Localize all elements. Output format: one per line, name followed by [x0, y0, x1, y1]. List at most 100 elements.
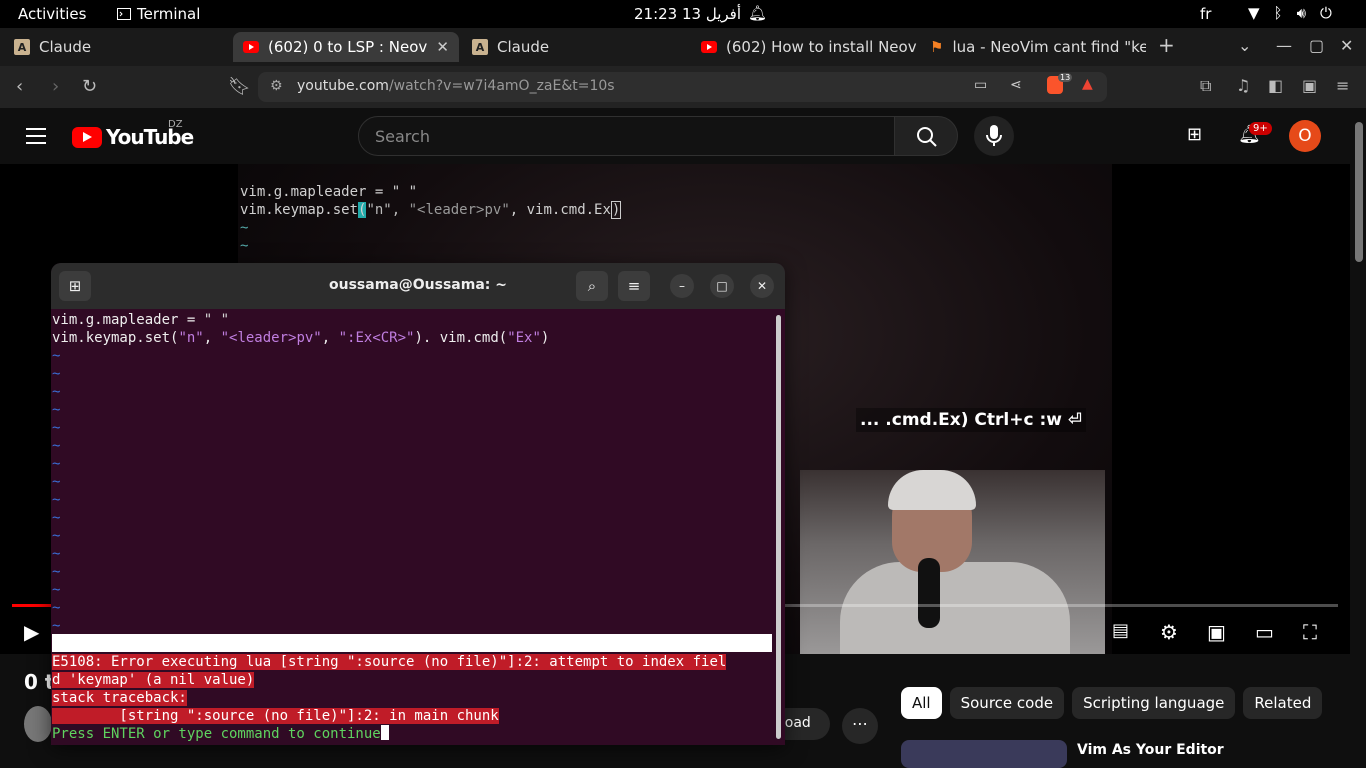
- play-button-icon[interactable]: ▶: [24, 620, 39, 644]
- streamer-beanie: [888, 470, 976, 510]
- clock[interactable]: 21:23 13 أفريل: [634, 5, 741, 23]
- maximize-window-button[interactable]: ▢: [1309, 36, 1324, 55]
- video-code-fn: vim.keymap.set: [240, 202, 359, 218]
- code-paren: ): [540, 330, 550, 346]
- close-window-button[interactable]: ✕: [1340, 36, 1353, 55]
- cast-icon[interactable]: ▭: [974, 77, 987, 93]
- minimize-window-button[interactable]: —: [1276, 36, 1292, 55]
- video-code-paren-close: ): [610, 201, 622, 219]
- error-line-4: [string ":source (no file)"]:2: in main …: [52, 708, 499, 724]
- input-language[interactable]: fr: [1200, 5, 1211, 23]
- new-tab-button[interactable]: +: [1158, 33, 1175, 57]
- recommended-thumbnail[interactable]: [901, 740, 1067, 768]
- tab-claude-1[interactable]: A Claude: [4, 32, 230, 62]
- code-call: ). vim.cmd(: [414, 330, 508, 346]
- site-settings-icon[interactable]: ⚙: [270, 78, 283, 94]
- status-line: [52, 634, 772, 652]
- error-line-3: stack traceback:: [52, 690, 187, 706]
- back-button[interactable]: ‹: [16, 76, 23, 97]
- claude-icon: A: [14, 39, 30, 55]
- tab-youtube-2[interactable]: (602) How to install Neovim: [691, 32, 917, 62]
- terminal-maximize-icon[interactable]: □: [710, 274, 734, 298]
- terminal-menu-icon[interactable]: ≡: [618, 271, 650, 301]
- volume-icon: 🔊︎: [1296, 4, 1307, 22]
- video-code-line-1: vim.g.mapleader = " ": [240, 184, 418, 200]
- extensions-icon[interactable]: ⧉: [1200, 76, 1211, 96]
- search-button[interactable]: [894, 116, 958, 156]
- wallet-icon[interactable]: ▣: [1302, 76, 1317, 95]
- tab-label: Claude: [39, 38, 92, 56]
- chip-scripting-language[interactable]: Scripting language: [1072, 687, 1236, 719]
- tab-label: (602) How to install Neovim: [726, 38, 917, 56]
- video-keystroke-caption: ... .cmd.Ex) Ctrl+c :w ⏎: [856, 408, 1087, 432]
- chip-related[interactable]: Related: [1243, 687, 1323, 719]
- notification-bell-icon: 🔔︎: [748, 4, 768, 22]
- error-line-1: E5108: Error executing lua [string ":sou…: [52, 654, 727, 670]
- share-icon[interactable]: ⋖: [1010, 77, 1022, 93]
- forward-button[interactable]: ›: [52, 76, 59, 97]
- chip-all[interactable]: All: [901, 687, 942, 719]
- code-sep: ,: [203, 330, 221, 346]
- video-code-arg2: "<leader>pv": [408, 202, 510, 218]
- url-bar[interactable]: ⚙ youtube.com/watch?v=w7i4amO_zaE&t=10s …: [258, 72, 1107, 102]
- url-host: youtube.com: [297, 78, 389, 94]
- tab-label: (602) 0 to LSP : Neovim: [268, 38, 428, 56]
- tab-stackoverflow[interactable]: ⚑ lua - NeoVim cant find "key: [920, 32, 1146, 62]
- guide-menu-icon[interactable]: [26, 128, 46, 149]
- search-input[interactable]: Search: [358, 116, 895, 156]
- code-string: ":Ex<CR>": [338, 330, 415, 346]
- brave-rewards-icon[interactable]: ▲: [1082, 76, 1093, 92]
- subtitles-icon[interactable]: ▤: [1112, 620, 1129, 641]
- recommended-title[interactable]: Vim As Your Editor: [1077, 742, 1224, 758]
- reload-button[interactable]: ↻: [82, 76, 97, 97]
- recommendation-chips: All Source code Scripting language Relat…: [901, 687, 1323, 719]
- create-video-icon[interactable]: ⊞: [1187, 124, 1202, 145]
- terminal-titlebar[interactable]: ⊞ oussama@Oussama: ~ ⌕ ≡ – □ ✕: [51, 263, 785, 309]
- channel-avatar[interactable]: [24, 706, 52, 742]
- media-icon[interactable]: ♫: [1236, 76, 1250, 95]
- tab-search-chevron-icon[interactable]: ⌄: [1238, 36, 1251, 55]
- app-menu[interactable]: Terminal: [117, 5, 200, 23]
- youtube-logo[interactable]: YouTube DZ: [72, 119, 194, 149]
- close-tab-icon[interactable]: ✕: [436, 38, 449, 56]
- search-icon: [917, 127, 937, 147]
- app-name: Terminal: [137, 5, 201, 23]
- terminal-scrollbar[interactable]: [776, 315, 781, 739]
- code-line-1: vim.g.mapleader =: [52, 312, 204, 328]
- streamer-webcam: [800, 470, 1105, 654]
- wifi-icon: ▼: [1248, 4, 1260, 22]
- notification-count: 9+: [1249, 122, 1272, 135]
- terminal-search-icon[interactable]: ⌕: [576, 271, 608, 301]
- continue-prompt: Press ENTER or type command to continue: [52, 726, 381, 742]
- bookmark-icon[interactable]: 🔖︎: [228, 76, 251, 97]
- sidebar-icon[interactable]: ◧: [1268, 76, 1283, 95]
- code-fn: vim.keymap.set(: [52, 330, 179, 346]
- menu-icon[interactable]: ≡: [1336, 76, 1349, 95]
- activities-button[interactable]: Activities: [18, 5, 86, 23]
- chip-source-code[interactable]: Source code: [949, 687, 1065, 719]
- system-tray[interactable]: ▼ ᛒ 🔊︎ ⏻: [1248, 4, 1332, 22]
- system-top-bar: Activities Terminal 21:23 13 أفريل 🔔︎ fr…: [0, 0, 1366, 28]
- fullscreen-icon[interactable]: ⛶: [1303, 620, 1317, 644]
- video-code-text: vim.g.mapleader = " " vim.keymap.set("n"…: [240, 183, 622, 255]
- settings-gear-icon[interactable]: ⚙: [1160, 620, 1178, 644]
- video-tilde: ~: [240, 238, 249, 254]
- terminal-window[interactable]: ⊞ oussama@Oussama: ~ ⌕ ≡ – □ ✕ vim.g.map…: [51, 263, 785, 745]
- tab-youtube-active[interactable]: (602) 0 to LSP : Neovim ✕: [233, 32, 459, 62]
- streamer-body: [840, 562, 1070, 654]
- tab-claude-2[interactable]: A Claude: [462, 32, 688, 62]
- scrollbar-thumb[interactable]: [1355, 122, 1363, 262]
- code-string: "<leader>pv": [220, 330, 322, 346]
- error-output: E5108: Error executing lua [string ":sou…: [52, 653, 774, 743]
- streamer-microphone: [918, 558, 940, 628]
- more-actions-button[interactable]: ⋯: [842, 708, 878, 744]
- miniplayer-icon[interactable]: ▣: [1207, 620, 1226, 644]
- empty-line-markers: ~ ~ ~ ~ ~ ~ ~ ~ ~ ~ ~ ~ ~ ~ ~ ~: [52, 348, 61, 634]
- terminal-minimize-icon[interactable]: –: [670, 274, 694, 298]
- terminal-buffer[interactable]: vim.g.mapleader = " " vim.keymap.set("n"…: [52, 311, 772, 347]
- account-avatar[interactable]: O: [1289, 120, 1321, 152]
- terminal-close-icon[interactable]: ✕: [750, 274, 774, 298]
- theater-mode-icon[interactable]: ▭: [1255, 620, 1274, 644]
- voice-search-button[interactable]: [974, 116, 1014, 156]
- page-scrollbar[interactable]: [1352, 108, 1366, 768]
